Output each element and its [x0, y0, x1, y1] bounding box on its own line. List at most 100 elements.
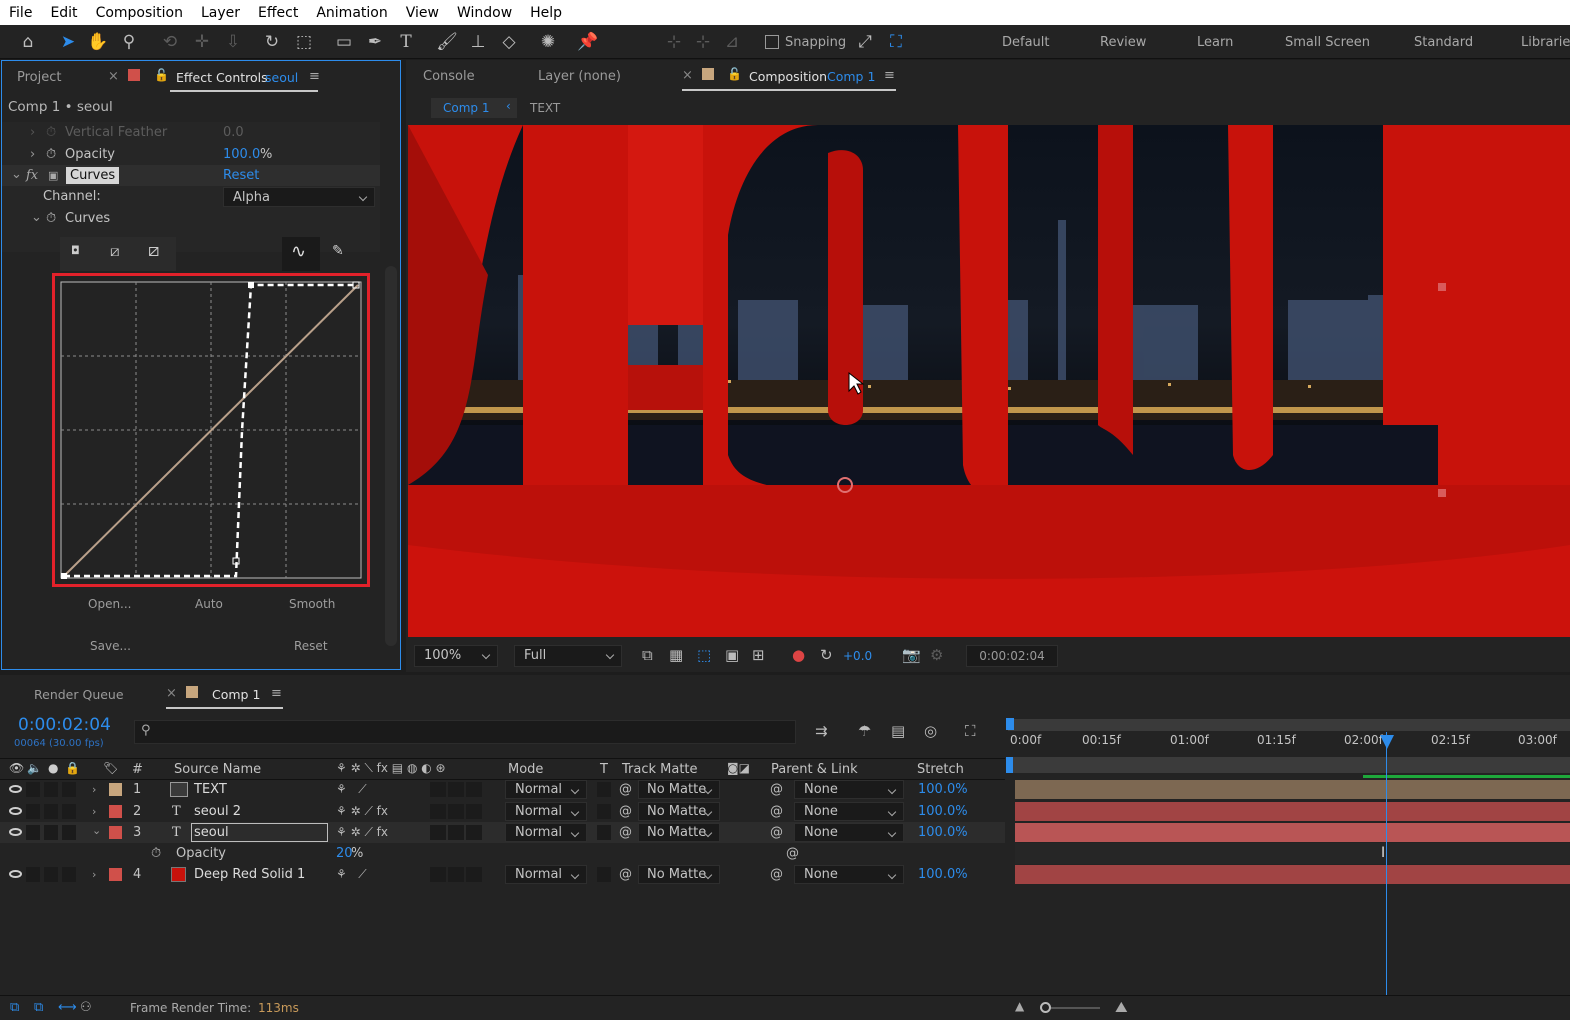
parent-dropdown[interactable]: None: [794, 865, 904, 884]
tab-project[interactable]: Project: [17, 70, 61, 85]
lock-toggle[interactable]: [62, 782, 76, 797]
parent-dropdown[interactable]: None: [794, 802, 904, 821]
snapping-checkbox[interactable]: [765, 35, 779, 49]
workspace-review[interactable]: Review: [1100, 35, 1146, 50]
curves-effect-row[interactable]: ⌄ fx ▣ Curves Reset: [2, 165, 380, 186]
transparency-grid-icon[interactable]: ▦: [669, 646, 683, 664]
menu-layer[interactable]: Layer: [192, 5, 249, 21]
work-area-start-handle[interactable]: [1006, 718, 1014, 730]
expand-chevron-icon[interactable]: ›: [92, 868, 96, 881]
tab-console[interactable]: Console: [423, 69, 475, 84]
layer-duration-bar[interactable]: [1015, 802, 1570, 821]
stopwatch-icon[interactable]: ⏱: [46, 122, 56, 143]
lock-icon[interactable]: 🔓: [727, 67, 742, 81]
render-time-icon[interactable]: ⚇: [80, 1000, 92, 1015]
modes-icon[interactable]: ⧉: [34, 1000, 43, 1015]
expression-pickwhip-icon[interactable]: @: [786, 843, 799, 864]
matte-pickwhip-icon[interactable]: @: [619, 864, 632, 885]
smooth-button[interactable]: Smooth: [289, 597, 335, 611]
collapse-chevron-icon[interactable]: ⌄: [92, 824, 101, 837]
bezier-curve-icon[interactable]: ∿: [291, 241, 306, 262]
tab-composition-name[interactable]: Comp 1: [827, 69, 875, 84]
col-mode[interactable]: Mode: [508, 762, 543, 777]
switch-cell[interactable]: [466, 782, 482, 797]
zoom-tool-icon[interactable]: ⚲: [117, 30, 141, 54]
table-row[interactable]: › 2 Tseoul 2 ⚘ ✲ ⟋ fx Normal @ No Matte @ None 10…: [0, 801, 1005, 822]
close-icon[interactable]: ×: [682, 68, 693, 83]
mode-dropdown[interactable]: Normal: [505, 802, 587, 821]
layer-name[interactable]: Deep Red Solid 1: [194, 864, 305, 885]
visibility-eye-icon[interactable]: [9, 807, 22, 815]
search-input[interactable]: [134, 720, 796, 744]
zoom-out-icon[interactable]: ▲: [1015, 999, 1024, 1013]
tab-composition[interactable]: Composition: [749, 69, 827, 84]
tab-render-queue[interactable]: Render Queue: [34, 687, 124, 702]
switch-cell[interactable]: [448, 867, 464, 882]
crumb-comp[interactable]: Comp 1: [443, 101, 489, 115]
stretch-value[interactable]: 100.0%: [918, 822, 968, 843]
selection-tool-icon[interactable]: ➤: [56, 30, 80, 54]
collapse-chevron-icon[interactable]: ⌄: [31, 207, 42, 228]
curves-graph[interactable]: [60, 281, 362, 579]
comp-flowchart-icon[interactable]: ⇉: [815, 722, 828, 740]
parent-pickwhip-icon[interactable]: @: [770, 864, 783, 885]
switch-cell[interactable]: [430, 782, 446, 797]
workspace-standard[interactable]: Standard: [1414, 35, 1473, 50]
switch-cell[interactable]: [466, 825, 482, 840]
close-icon[interactable]: ×: [166, 686, 177, 701]
col-source-name[interactable]: Source Name: [174, 762, 261, 777]
layer-switches[interactable]: ⚘ ✲ ⟋ fx: [336, 822, 388, 843]
parent-dropdown[interactable]: None: [794, 780, 904, 799]
parent-dropdown[interactable]: None: [794, 823, 904, 842]
video-column-icon[interactable]: 👁: [9, 761, 24, 775]
workspace-learn[interactable]: Learn: [1197, 35, 1233, 50]
mask-visibility-icon[interactable]: ▣: [725, 646, 739, 664]
layer-duration-bar[interactable]: [1015, 823, 1570, 842]
pencil-icon[interactable]: ✎: [332, 243, 344, 259]
layer-switches[interactable]: ⚘ ⟋: [336, 864, 367, 885]
switch-cell[interactable]: [466, 804, 482, 819]
menu-window[interactable]: Window: [448, 5, 521, 21]
track-matte-dropdown[interactable]: No Matte: [638, 865, 720, 884]
matte-pickwhip-icon[interactable]: @: [619, 822, 632, 843]
solo-toggle[interactable]: [44, 782, 58, 797]
zoom-in-icon[interactable]: ⛰: [1115, 998, 1128, 1016]
col-parent[interactable]: Parent & Link: [771, 762, 858, 777]
stretch-value[interactable]: 100.0%: [918, 779, 968, 800]
switch-cell[interactable]: [430, 825, 446, 840]
workspace-small-screen[interactable]: Small Screen: [1285, 35, 1370, 50]
preserve-transparency-toggle[interactable]: [597, 867, 611, 882]
expand-chevron-icon[interactable]: ›: [30, 122, 35, 143]
menu-file[interactable]: File: [0, 5, 41, 21]
menu-view[interactable]: View: [397, 5, 448, 21]
work-area-bar[interactable]: [1008, 719, 1570, 731]
current-time[interactable]: 0:00:02:04: [18, 715, 111, 735]
resolution-dropdown[interactable]: Full: [514, 645, 622, 667]
hand-tool-icon[interactable]: ✋: [86, 30, 110, 54]
visibility-eye-icon[interactable]: [9, 785, 22, 793]
medium-graph-icon[interactable]: ⧄: [110, 242, 120, 260]
time-ruler[interactable]: 0:00f 00:15f 01:00f 01:15f 02:00f 02:15f…: [1008, 733, 1570, 757]
viewer-timecode[interactable]: 0:00:02:04: [966, 645, 1058, 667]
exposure-value[interactable]: +0.0: [843, 649, 872, 663]
eraser-tool-icon[interactable]: ◇: [497, 30, 521, 54]
workspace-default[interactable]: Default: [1002, 35, 1050, 50]
draft-3d-icon[interactable]: ☂: [858, 722, 871, 740]
type-tool-icon[interactable]: T: [394, 30, 418, 54]
graph-editor-icon[interactable]: ⛶: [965, 722, 976, 740]
grid-guides-icon[interactable]: ⊞: [752, 646, 765, 664]
snap-to-edges-icon[interactable]: ⤢: [853, 30, 877, 54]
stretch-value[interactable]: 100.0%: [918, 864, 968, 885]
matte-pickwhip-icon[interactable]: @: [619, 779, 632, 800]
distribute-icon[interactable]: ⊹: [691, 30, 715, 54]
table-row[interactable]: › 4 Deep Red Solid 1 ⚘ ⟋ Normal @ No Matte @ Non…: [0, 864, 1005, 885]
lock-icon[interactable]: 🔓: [154, 68, 169, 82]
lock-toggle[interactable]: [62, 867, 76, 882]
stopwatch-icon[interactable]: ⏱: [46, 144, 56, 165]
switch-cell[interactable]: [430, 867, 446, 882]
track-matte-dropdown[interactable]: No Matte: [638, 823, 720, 842]
audio-toggle[interactable]: [26, 867, 40, 882]
solo-toggle[interactable]: [44, 804, 58, 819]
switch-cell[interactable]: [448, 825, 464, 840]
frame-blending-icon[interactable]: ▤: [891, 722, 905, 740]
